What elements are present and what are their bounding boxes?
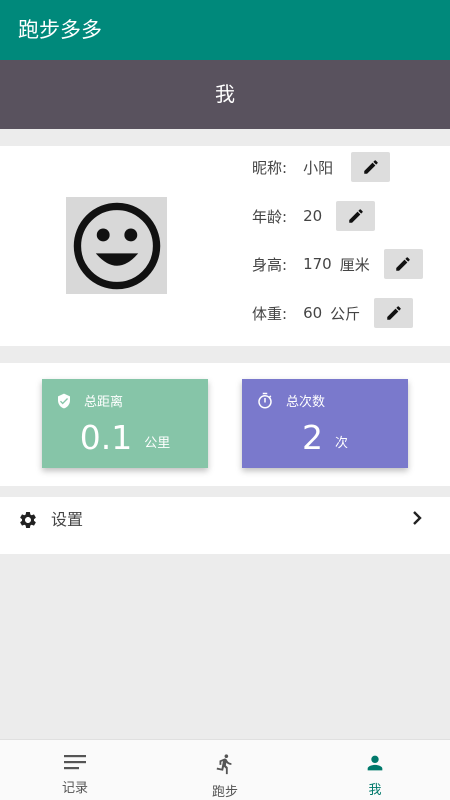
- stopwatch-icon: [258, 392, 272, 408]
- stats-card: 总距离 0.1 公里 总次数 2 次: [0, 363, 450, 486]
- nav-label-running: 跑步: [211, 785, 238, 800]
- edit-age-button[interactable]: [336, 201, 376, 231]
- page-title: 我: [215, 82, 235, 106]
- age-row: 年龄: 20: [252, 201, 376, 231]
- chevron-right-icon: [413, 511, 422, 525]
- runner-icon: [216, 754, 232, 775]
- total-count-unit: 次: [334, 436, 348, 451]
- total-count-card: 总次数 2 次: [242, 379, 408, 468]
- pencil-icon: [348, 209, 363, 223]
- gear-icon: [20, 512, 36, 528]
- list-icon: [64, 755, 86, 770]
- weight-unit: 公斤: [330, 304, 361, 323]
- age-label: 年龄:: [252, 207, 288, 226]
- total-distance-label: 总距离: [84, 395, 124, 410]
- edit-weight-button[interactable]: [374, 298, 414, 328]
- pencil-icon: [363, 160, 378, 174]
- nickname-value: 小阳: [303, 158, 334, 177]
- bottom-nav: 记录 跑步 我: [0, 739, 450, 800]
- weight-label: 体重:: [252, 304, 288, 323]
- edit-nickname-button[interactable]: [351, 152, 391, 182]
- pencil-icon: [396, 257, 410, 271]
- nickname-row: 昵称: 小阳: [252, 152, 391, 182]
- pencil-icon: [386, 306, 401, 320]
- person-icon: [367, 755, 383, 771]
- profile-card: 昵称: 小阳 年龄: 20 身高: 170 厘米 体重: 60 公斤: [0, 146, 450, 346]
- total-distance-card: 总距离 0.1 公里: [42, 379, 208, 468]
- avatar[interactable]: [66, 197, 167, 294]
- total-distance-unit: 公里: [144, 436, 171, 451]
- height-unit: 厘米: [339, 255, 370, 274]
- total-distance-value: 0.1: [79, 418, 133, 457]
- height-value: 170: [303, 255, 332, 273]
- nav-item-running[interactable]: 跑步: [150, 740, 300, 800]
- total-count-label: 总次数: [286, 395, 326, 410]
- nickname-label: 昵称:: [252, 158, 288, 177]
- edit-height-button[interactable]: [383, 249, 423, 279]
- weight-row: 体重: 60 公斤: [252, 298, 414, 328]
- height-label: 身高:: [252, 255, 288, 274]
- nav-label-records: 记录: [61, 781, 88, 796]
- app-bar: 跑步多多: [0, 0, 450, 60]
- app-title: 跑步多多: [18, 18, 102, 42]
- shield-check-icon: [58, 393, 70, 408]
- total-count-value: 2: [301, 418, 323, 457]
- height-row: 身高: 170 厘米: [252, 249, 423, 279]
- nav-item-me[interactable]: 我: [300, 740, 450, 800]
- settings-label: 设置: [51, 510, 84, 529]
- nav-label-me: 我: [368, 783, 382, 798]
- weight-value: 60: [303, 304, 323, 322]
- settings-row[interactable]: 设置: [0, 497, 450, 554]
- age-value: 20: [303, 207, 323, 225]
- page-header: 我: [0, 60, 450, 129]
- nav-item-records[interactable]: 记录: [0, 740, 150, 800]
- smiley-face-icon: [73, 202, 160, 289]
